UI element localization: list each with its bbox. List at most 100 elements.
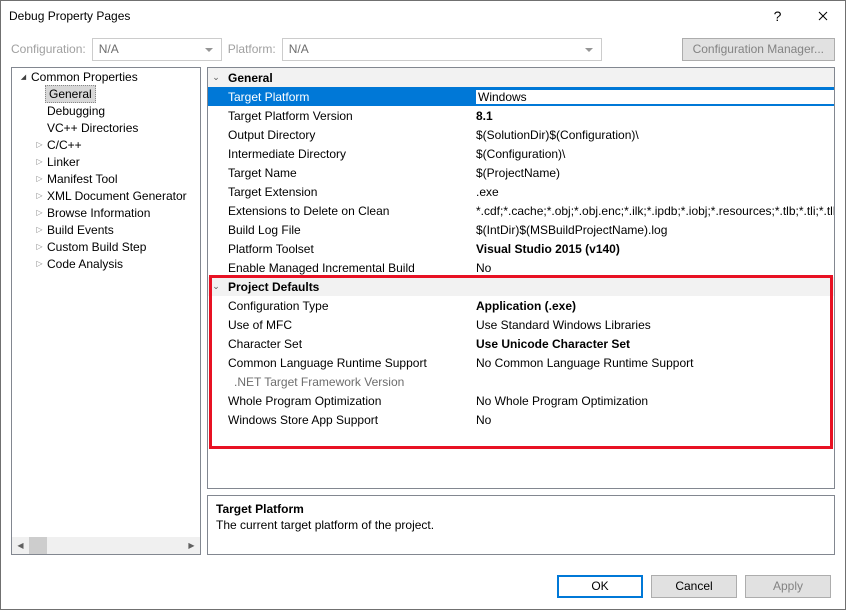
help-button[interactable]: ? (755, 1, 800, 31)
property-value[interactable]: $(SolutionDir)$(Configuration)\ (476, 128, 834, 142)
tree-item[interactable]: Build Events (12, 221, 200, 238)
property-name: Windows Store App Support (224, 413, 476, 427)
horizontal-scrollbar[interactable]: ◀ ▶ (12, 537, 200, 554)
property-value[interactable]: *.cdf;*.cache;*.obj;*.obj.enc;*.ilk;*.ip… (476, 204, 834, 218)
tree-item-label: Code Analysis (45, 257, 123, 271)
property-value[interactable]: 8.1 (476, 109, 834, 123)
tree-item[interactable]: Browse Information (12, 204, 200, 221)
grid-row[interactable]: Output Directory$(SolutionDir)$(Configur… (208, 125, 834, 144)
tree-item[interactable]: General (12, 85, 200, 102)
description-pane: Target Platform The current target platf… (207, 495, 835, 555)
property-name: Common Language Runtime Support (224, 356, 476, 370)
property-name: Intermediate Directory (224, 147, 476, 161)
property-name: Target Platform Version (224, 109, 476, 123)
property-grid[interactable]: ⌄GeneralTarget PlatformWindowsTarget Pla… (207, 67, 835, 489)
property-value[interactable]: $(Configuration)\ (476, 147, 834, 161)
tree-item[interactable]: C/C++ (12, 136, 200, 153)
platform-label: Platform: (228, 42, 276, 56)
grid-row[interactable]: Character SetUse Unicode Character Set (208, 334, 834, 353)
grid-row[interactable]: Target Name$(ProjectName) (208, 163, 834, 182)
expand-icon[interactable] (34, 140, 45, 149)
grid-row[interactable]: Platform ToolsetVisual Studio 2015 (v140… (208, 239, 834, 258)
platform-combo[interactable]: N/A (282, 38, 602, 61)
property-value[interactable]: $(ProjectName) (476, 166, 834, 180)
description-text: The current target platform of the proje… (216, 518, 826, 532)
property-name: Enable Managed Incremental Build (224, 261, 476, 275)
scroll-right-button[interactable]: ▶ (183, 537, 200, 554)
tree-item-label: General (45, 85, 96, 103)
apply-button[interactable]: Apply (745, 575, 831, 598)
property-value[interactable]: No (476, 261, 834, 275)
grid-row[interactable]: Configuration TypeApplication (.exe) (208, 296, 834, 315)
property-name: .NET Target Framework Version (224, 375, 476, 389)
title-bar: Debug Property Pages ? (1, 1, 845, 31)
grid-row[interactable]: Windows Store App SupportNo (208, 410, 834, 429)
grid-row[interactable]: Use of MFCUse Standard Windows Libraries (208, 315, 834, 334)
category-tree[interactable]: Common Properties GeneralDebugging VC++ D… (11, 67, 201, 555)
grid-row[interactable]: Target Platform Version8.1 (208, 106, 834, 125)
scroll-thumb[interactable] (29, 537, 47, 554)
property-value[interactable]: Windows (476, 90, 834, 104)
expand-icon[interactable] (34, 157, 45, 166)
expand-icon[interactable] (34, 208, 45, 217)
collapse-icon[interactable]: ⌄ (208, 72, 224, 83)
grid-row[interactable]: .NET Target Framework Version (208, 372, 834, 391)
grid-row[interactable]: Target PlatformWindows (208, 87, 834, 106)
collapse-icon[interactable]: ⌄ (208, 281, 224, 292)
tree-item-label: Debugging (45, 104, 105, 118)
grid-row[interactable]: Target Extension.exe (208, 182, 834, 201)
property-name: Platform Toolset (224, 242, 476, 256)
property-value[interactable]: Visual Studio 2015 (v140) (476, 242, 834, 256)
tree-item[interactable]: XML Document Generator (12, 187, 200, 204)
expand-icon[interactable] (34, 259, 45, 268)
property-name: Use of MFC (224, 318, 476, 332)
tree-item[interactable]: Code Analysis (12, 255, 200, 272)
grid-category[interactable]: ⌄Project Defaults (208, 277, 834, 296)
property-name: Target Name (224, 166, 476, 180)
expand-icon[interactable] (34, 174, 45, 183)
expand-icon[interactable] (34, 242, 45, 251)
property-name: Character Set (224, 337, 476, 351)
tree-item-label: XML Document Generator (45, 189, 187, 203)
grid-row[interactable]: Whole Program OptimizationNo Whole Progr… (208, 391, 834, 410)
description-title: Target Platform (216, 502, 826, 516)
property-name: Configuration Type (224, 299, 476, 313)
config-toolbar: Configuration: N/A Platform: N/A Configu… (1, 31, 845, 67)
property-name: Build Log File (224, 223, 476, 237)
tree-item-label: Manifest Tool (45, 172, 117, 186)
window-title: Debug Property Pages (9, 9, 755, 23)
property-name: Output Directory (224, 128, 476, 142)
grid-row[interactable]: Extensions to Delete on Clean*.cdf;*.cac… (208, 201, 834, 220)
tree-item[interactable]: VC++ Directories (12, 119, 200, 136)
tree-item[interactable]: Linker (12, 153, 200, 170)
property-value[interactable]: Application (.exe) (476, 299, 834, 313)
ok-button[interactable]: OK (557, 575, 643, 598)
grid-row[interactable]: Build Log File$(IntDir)$(MSBuildProjectN… (208, 220, 834, 239)
property-value[interactable]: No (476, 413, 834, 427)
property-value[interactable]: No Common Language Runtime Support (476, 356, 834, 370)
property-value[interactable]: No Whole Program Optimization (476, 394, 834, 408)
scroll-left-button[interactable]: ◀ (12, 537, 29, 554)
property-value[interactable]: $(IntDir)$(MSBuildProjectName).log (476, 223, 834, 237)
grid-row[interactable]: Intermediate Directory$(Configuration)\ (208, 144, 834, 163)
tree-item[interactable]: Custom Build Step (12, 238, 200, 255)
config-manager-button[interactable]: Configuration Manager... (682, 38, 835, 61)
property-value[interactable]: Use Standard Windows Libraries (476, 318, 834, 332)
expand-icon[interactable] (34, 225, 45, 234)
grid-row[interactable]: Enable Managed Incremental BuildNo (208, 258, 834, 277)
cancel-button[interactable]: Cancel (651, 575, 737, 598)
grid-category[interactable]: ⌄General (208, 68, 834, 87)
property-name: Extensions to Delete on Clean (224, 204, 476, 218)
property-value[interactable]: .exe (476, 185, 834, 199)
tree-item-label: VC++ Directories (45, 121, 138, 135)
config-combo[interactable]: N/A (92, 38, 222, 61)
tree-root[interactable]: Common Properties (12, 68, 200, 85)
tree-item[interactable]: Manifest Tool (12, 170, 200, 187)
grid-row[interactable]: Common Language Runtime SupportNo Common… (208, 353, 834, 372)
expand-icon[interactable] (34, 191, 45, 200)
property-value[interactable]: Use Unicode Character Set (476, 337, 834, 351)
property-name: Whole Program Optimization (224, 394, 476, 408)
close-button[interactable] (800, 1, 845, 31)
tree-item[interactable]: Debugging (12, 102, 200, 119)
expand-icon[interactable] (18, 73, 29, 81)
